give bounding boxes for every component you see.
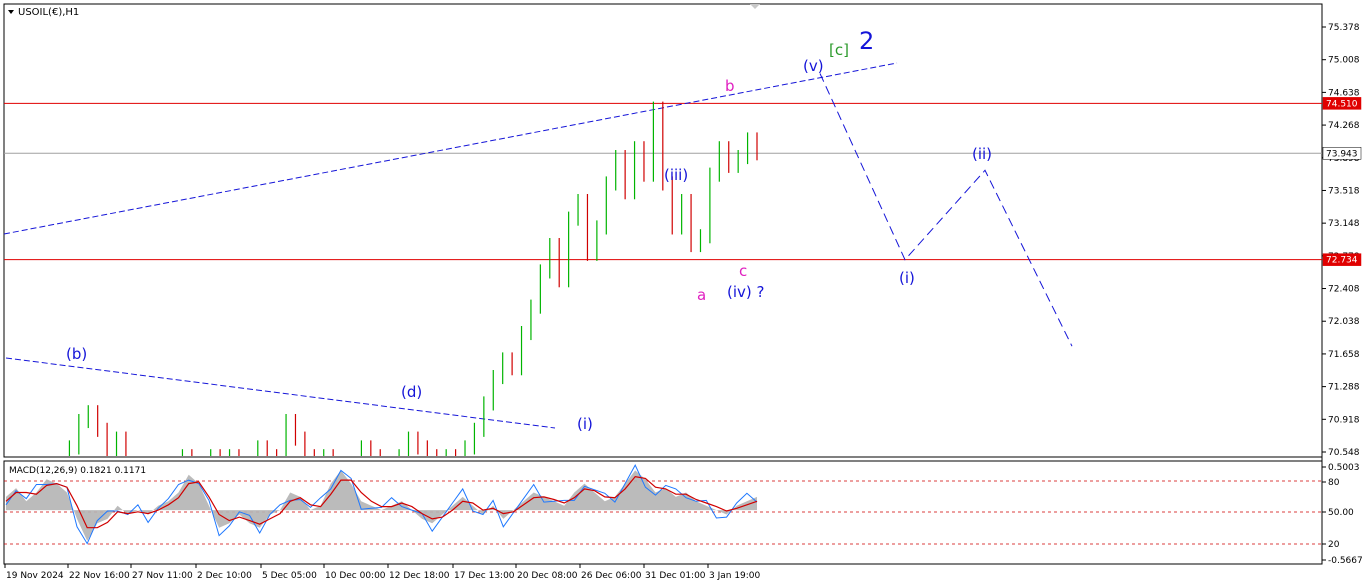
price-tick-label: 75.008 xyxy=(1328,56,1360,66)
macd-title: MACD(12,26,9) 0.1821 0.1171 xyxy=(9,466,146,476)
price-tick-label: 74.638 xyxy=(1328,88,1360,98)
time-tick-label: 31 Dec 01:00 xyxy=(645,571,706,581)
price-tick-label: 72.408 xyxy=(1328,285,1360,295)
time-tick-label: 26 Dec 06:00 xyxy=(581,571,642,581)
price-tick-label: 71.658 xyxy=(1328,350,1360,360)
time-tick-label: 3 Jan 19:00 xyxy=(709,571,761,581)
time-tick-label: 12 Dec 18:00 xyxy=(389,571,450,581)
time-tick-label: 10 Dec 00:00 xyxy=(325,571,386,581)
price-tick-label: 73.148 xyxy=(1328,219,1360,229)
wave-label: (i) xyxy=(899,269,915,287)
macd-tick-label: 20 xyxy=(1328,540,1340,550)
price-tick-label: 71.288 xyxy=(1328,383,1360,393)
wave-label: [c] xyxy=(829,41,849,59)
wave-label: 2 xyxy=(859,27,874,55)
wave-label: (i) xyxy=(577,415,593,433)
price-tick-label: 74.268 xyxy=(1328,121,1360,131)
time-tick-label: 27 Nov 11:00 xyxy=(132,571,193,581)
price-tick-label: 70.548 xyxy=(1328,448,1360,458)
wave-label: b xyxy=(725,77,735,95)
wave-label: (d) xyxy=(401,383,422,401)
time-tick-label: 5 Dec 05:00 xyxy=(262,571,317,581)
price-level-value: 73.943 xyxy=(1326,149,1358,159)
macd-tick-label: 0.5003 xyxy=(1328,463,1360,473)
price-tick-label: 70.918 xyxy=(1328,415,1360,425)
wave-label: (iv) ? xyxy=(727,283,764,301)
wave-label: (v) xyxy=(803,57,824,75)
macd-tick-label: 50.00 xyxy=(1328,508,1354,518)
price-tick-label: 73.518 xyxy=(1328,186,1360,196)
time-tick-label: 17 Dec 13:00 xyxy=(454,571,515,581)
time-tick-label: 2 Dec 10:00 xyxy=(197,571,252,581)
time-tick-label: 20 Dec 08:00 xyxy=(517,571,578,581)
wave-label: (b) xyxy=(66,345,87,363)
wave-label: (iii) xyxy=(664,166,688,184)
price-tick-label: 72.038 xyxy=(1328,317,1360,327)
wave-label: (ii) xyxy=(972,145,992,163)
wave-label: c xyxy=(739,262,747,280)
macd-tick-label: 80 xyxy=(1328,478,1340,488)
price-level-value: 72.734 xyxy=(1326,256,1358,266)
macd-panel[interactable] xyxy=(3,460,1323,565)
symbol-title: USOIL(€),H1 xyxy=(18,7,79,18)
macd-tick-label: -0.5667 xyxy=(1328,556,1363,566)
time-tick-label: 19 Nov 2024 xyxy=(6,571,64,581)
time-tick-label: 22 Nov 16:00 xyxy=(69,571,130,581)
wave-label: a xyxy=(697,286,706,304)
price-tick-label: 75.378 xyxy=(1328,23,1360,33)
price-level-value: 74.510 xyxy=(1326,99,1358,109)
chart-root[interactable]: USOIL(€),H1 (b) (d) (i) (iii) a b c (iv) ? (v) [c… xyxy=(0,0,1366,588)
price-panel[interactable] xyxy=(3,3,1323,458)
